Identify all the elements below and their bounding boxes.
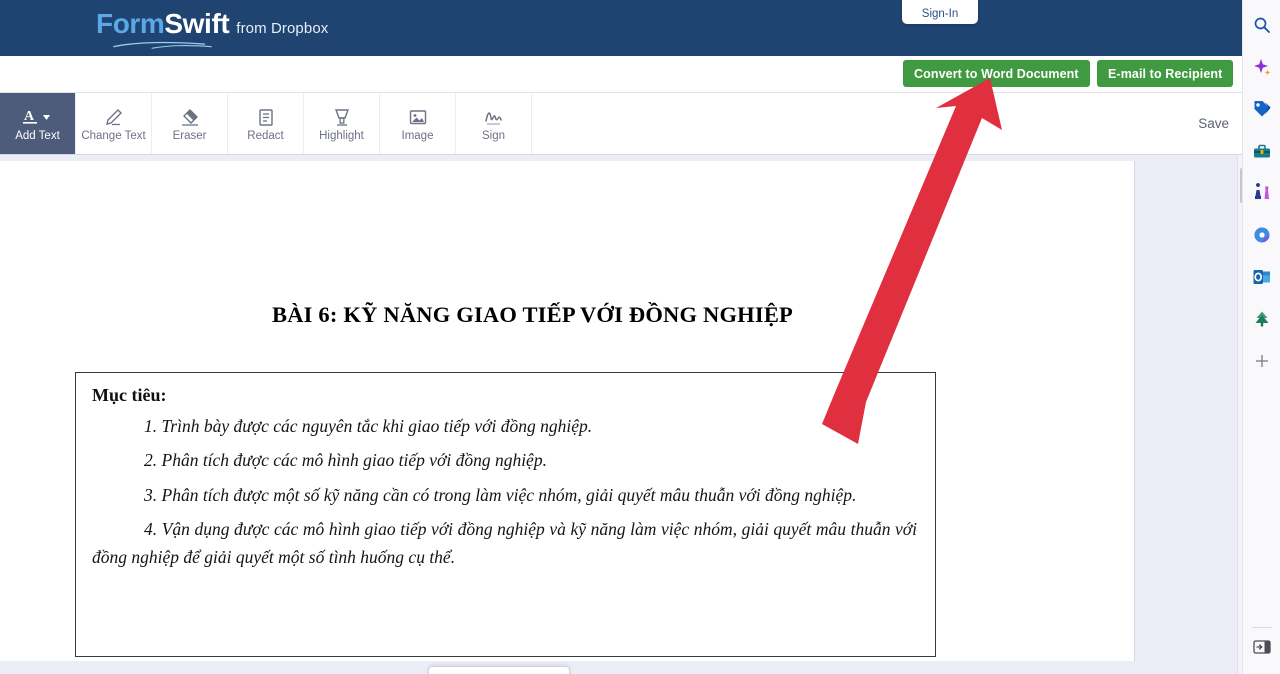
eraser-icon [179, 106, 201, 128]
add-tool-plus-icon[interactable] [1247, 346, 1277, 376]
collapse-sidebar-icon[interactable] [1247, 632, 1277, 662]
site-header: FormSwift from Dropbox Sign-In [0, 0, 1252, 56]
document-page[interactable]: BÀI 6: KỸ NĂNG GIAO TIẾP VỚI ĐỒNG NGHIỆP… [0, 161, 1135, 661]
tool-image[interactable]: Image [380, 93, 456, 154]
tool-add-text[interactable]: A Add Text [0, 93, 76, 154]
tools-toolbox-icon[interactable] [1247, 136, 1277, 166]
document-canvas: BÀI 6: KỸ NĂNG GIAO TIẾP VỚI ĐỒNG NGHIỆP… [0, 155, 1252, 674]
convert-to-word-button[interactable]: Convert to Word Document [903, 60, 1090, 87]
office-blob-icon[interactable] [1247, 220, 1277, 250]
outlook-icon[interactable] [1247, 262, 1277, 292]
action-bar: Convert to Word Document E-mail to Recip… [0, 56, 1252, 92]
brand-swoosh-icon [113, 41, 212, 49]
highlighter-marker-icon [331, 106, 353, 128]
tool-highlight[interactable]: Highlight [304, 93, 380, 154]
browser-viewport: FormSwift from Dropbox Sign-In Convert t… [0, 0, 1252, 674]
objective-item: 2. Phân tích được các mô hình giao tiếp … [144, 450, 547, 471]
tool-eraser[interactable]: Eraser [152, 93, 228, 154]
save-button[interactable]: Save [1198, 116, 1229, 131]
brand-form-text: Form [96, 8, 165, 39]
signature-squiggle-icon [482, 106, 506, 128]
drop-tree-icon[interactable] [1247, 304, 1277, 334]
objective-item: 4. Vận dụng được các mô hình giao tiếp v… [92, 519, 917, 568]
objectives-heading: Mục tiêu: [92, 385, 167, 405]
formswift-logo[interactable]: FormSwift from Dropbox [96, 8, 329, 49]
brand-tagline: from Dropbox [236, 20, 329, 37]
search-icon[interactable] [1247, 10, 1277, 40]
email-to-recipient-button[interactable]: E-mail to Recipient [1097, 60, 1234, 87]
sidebar-divider [1251, 627, 1272, 628]
brand-swift-text: Swift [164, 8, 230, 39]
browser-sidebar [1242, 0, 1280, 674]
brand-wordmark: FormSwift [96, 8, 230, 49]
tool-label: Sign [481, 130, 506, 143]
letter-a-underline-dropdown-icon: A [21, 106, 55, 128]
games-pieces-icon[interactable] [1247, 178, 1277, 208]
tool-label: Eraser [172, 130, 207, 143]
tool-redact[interactable]: Redact [228, 93, 304, 154]
shopping-tag-icon[interactable] [1247, 94, 1277, 124]
document-title: BÀI 6: KỸ NĂNG GIAO TIẾP VỚI ĐỒNG NGHIỆP [272, 302, 793, 327]
tool-change-text[interactable]: Change Text [76, 93, 152, 154]
picture-frame-icon [407, 106, 429, 128]
sign-in-button[interactable]: Sign-In [902, 0, 978, 24]
tool-label: Add Text [15, 130, 60, 143]
page-navigation-bar[interactable] [428, 666, 570, 674]
pencil-edit-icon [103, 106, 125, 128]
tool-label: Highlight [319, 130, 364, 143]
document-lines-icon [255, 106, 277, 128]
editor-toolbar: A Add Text Change Text Eraser Redact Hig… [0, 92, 1252, 155]
tool-label: Change Text [81, 130, 146, 143]
objective-item: 1. Trình bày được các nguyên tắc khi gia… [144, 416, 593, 436]
tool-label: Image [401, 130, 434, 143]
tool-label: Redact [247, 130, 284, 143]
objectives-box: Mục tiêu: 1. Trình bày được các nguyên t… [75, 372, 936, 657]
formswift-editor-screen: FormSwift from Dropbox Sign-In Convert t… [0, 0, 1280, 674]
objective-item: 3. Phân tích được một số kỹ năng cần có … [144, 484, 857, 505]
copilot-sparkle-icon[interactable] [1247, 52, 1277, 82]
tool-sign[interactable]: Sign [456, 93, 532, 154]
svg-text:A: A [24, 109, 35, 124]
toolbar-right-region: Save [532, 93, 1252, 154]
